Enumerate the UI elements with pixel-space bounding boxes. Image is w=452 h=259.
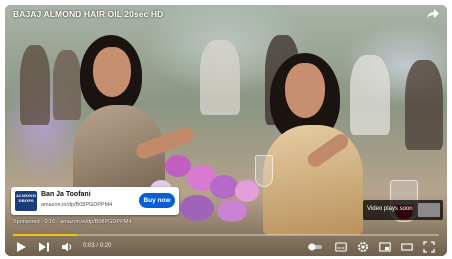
- video-plays-soon-panel[interactable]: Video plays soon: [363, 200, 443, 220]
- advertiser-logo: ALMOND DROPS: [15, 191, 37, 211]
- ad-countdown: 0:16: [44, 219, 56, 225]
- autoplay-toggle-icon[interactable]: [307, 241, 323, 253]
- miniplayer-icon[interactable]: [379, 241, 391, 253]
- video-player[interactable]: BAJAJ ALMOND HAIR OIL 20sec HD ALMOND DR…: [5, 5, 447, 256]
- flower: [180, 195, 214, 221]
- ad-headline[interactable]: Ban Ja Toofani: [41, 191, 91, 198]
- wine-glass: [255, 155, 273, 187]
- sponsored-label: Sponsored: [13, 219, 40, 225]
- fullscreen-icon[interactable]: [423, 241, 435, 253]
- flower: [235, 180, 259, 202]
- sponsored-url[interactable]: amazon.in/dp/B08PGDPPM4: [60, 219, 131, 225]
- theater-icon[interactable]: [401, 241, 413, 253]
- buy-now-button[interactable]: Buy now: [139, 193, 175, 208]
- time-total: 0:20: [99, 243, 112, 249]
- control-bar: 0:03 / 0:20: [5, 238, 447, 256]
- video-thumbnail: [418, 203, 440, 217]
- background-guest: [350, 55, 390, 135]
- play-icon[interactable]: [15, 241, 27, 253]
- background-guest: [405, 60, 443, 150]
- flower: [217, 200, 247, 222]
- progress-bar[interactable]: [13, 234, 439, 236]
- next-icon[interactable]: [38, 241, 50, 253]
- video-plays-soon-label: Video plays soon: [367, 206, 413, 212]
- gear-icon[interactable]: [357, 241, 369, 253]
- flower: [210, 175, 238, 199]
- background-guest: [200, 40, 240, 115]
- time-display: 0:03 / 0:20: [83, 243, 111, 249]
- ad-card[interactable]: ALMOND DROPS Ban Ja Toofani amazon.in/dp…: [11, 187, 179, 215]
- background-guest: [20, 45, 50, 125]
- time-current: 0:03: [83, 243, 95, 249]
- ad-url[interactable]: amazon.in/dp/B08PGDPPM4: [41, 202, 112, 208]
- subtitles-icon[interactable]: [335, 241, 347, 253]
- share-icon[interactable]: [427, 9, 439, 19]
- progress-fill: [13, 234, 77, 236]
- advertiser-logo-text: ALMOND DROPS: [16, 193, 36, 203]
- volume-icon[interactable]: [61, 241, 73, 253]
- background-guest: [53, 50, 81, 120]
- video-title[interactable]: BAJAJ ALMOND HAIR OIL 20sec HD: [13, 9, 163, 19]
- ad-sponsored-line: Sponsored · 0:16 · amazon.in/dp/B08PGDPP…: [13, 219, 131, 225]
